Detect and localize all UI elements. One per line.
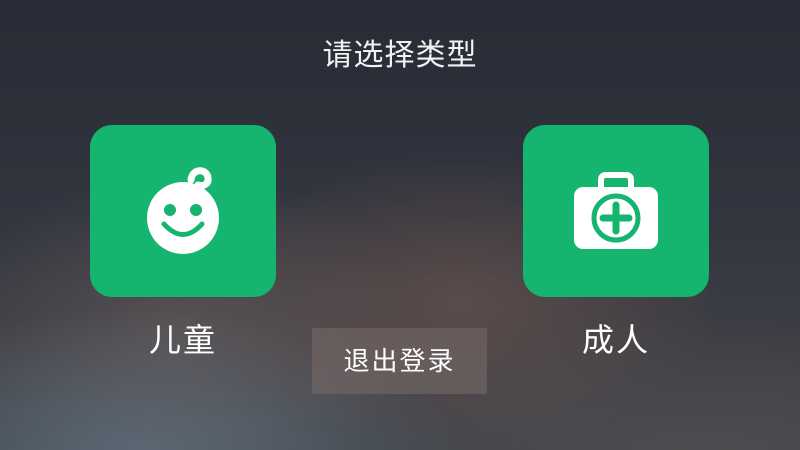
page-title: 请选择类型 (322, 38, 478, 73)
baby-face-icon (147, 167, 219, 254)
child-option-label: 儿童 (148, 321, 217, 359)
medical-kit-icon (574, 172, 658, 249)
logout-button[interactable]: 退出登录 (312, 328, 487, 394)
adult-option-label: 成人 (581, 321, 650, 359)
adult-option-button[interactable] (523, 125, 709, 297)
child-option-button[interactable] (90, 125, 276, 297)
